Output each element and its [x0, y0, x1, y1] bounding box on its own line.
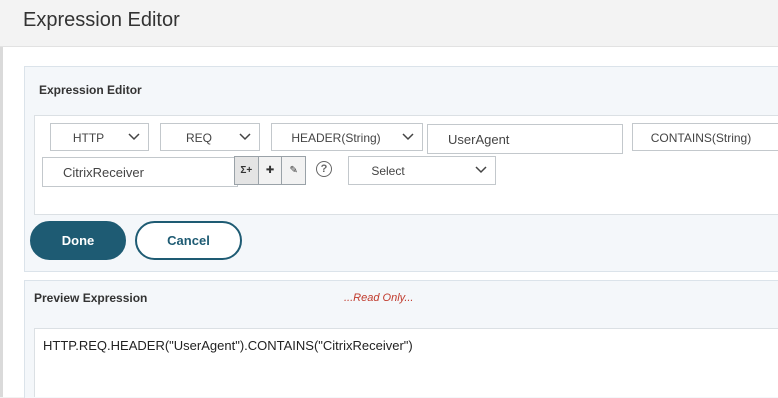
dialog-title: Expression Editor [23, 9, 180, 31]
operator-dropdown[interactable]: CONTAINS(String) [632, 123, 778, 151]
select-dropdown[interactable]: Select [348, 156, 496, 185]
chevron-down-icon [128, 133, 140, 141]
read-only-note: ...Read Only... [344, 292, 414, 304]
method-dropdown-value: HEADER(String) [291, 131, 381, 145]
operator-dropdown-value: CONTAINS(String) [650, 131, 752, 145]
chevron-down-icon [402, 133, 414, 141]
direction-dropdown[interactable]: REQ [160, 123, 260, 151]
value-input-text: CitrixReceiver [63, 165, 144, 180]
header-name-value: UserAgent [448, 132, 510, 147]
help-icon[interactable]: ? [316, 161, 332, 177]
value-input[interactable]: CitrixReceiver [42, 157, 238, 187]
method-dropdown[interactable]: HEADER(String) [271, 123, 423, 151]
header-name-input[interactable]: UserAgent [427, 124, 623, 154]
direction-dropdown-value: REQ [185, 131, 212, 145]
protocol-dropdown[interactable]: HTTP [50, 123, 149, 151]
dialog-header: Expression Editor [0, 0, 778, 47]
chevron-down-icon [475, 166, 487, 174]
chevron-down-icon [239, 133, 251, 141]
done-button[interactable]: Done [30, 221, 126, 260]
pencil-icon[interactable]: ✎ [282, 157, 305, 184]
protocol-dropdown-value: HTTP [72, 131, 105, 145]
cancel-button[interactable]: Cancel [135, 221, 242, 260]
preview-expression-text: HTTP.REQ.HEADER("UserAgent").CONTAINS("C… [34, 328, 778, 397]
sum-plus-icon[interactable]: Σ+ [235, 157, 259, 184]
select-dropdown-value: Select [371, 164, 405, 178]
expression-editor-title: Expression Editor [39, 83, 142, 97]
add-icon[interactable]: ✚ [259, 157, 283, 184]
preview-title: Preview Expression [34, 291, 148, 305]
expression-tools: Σ+ ✚ ✎ [234, 156, 306, 185]
